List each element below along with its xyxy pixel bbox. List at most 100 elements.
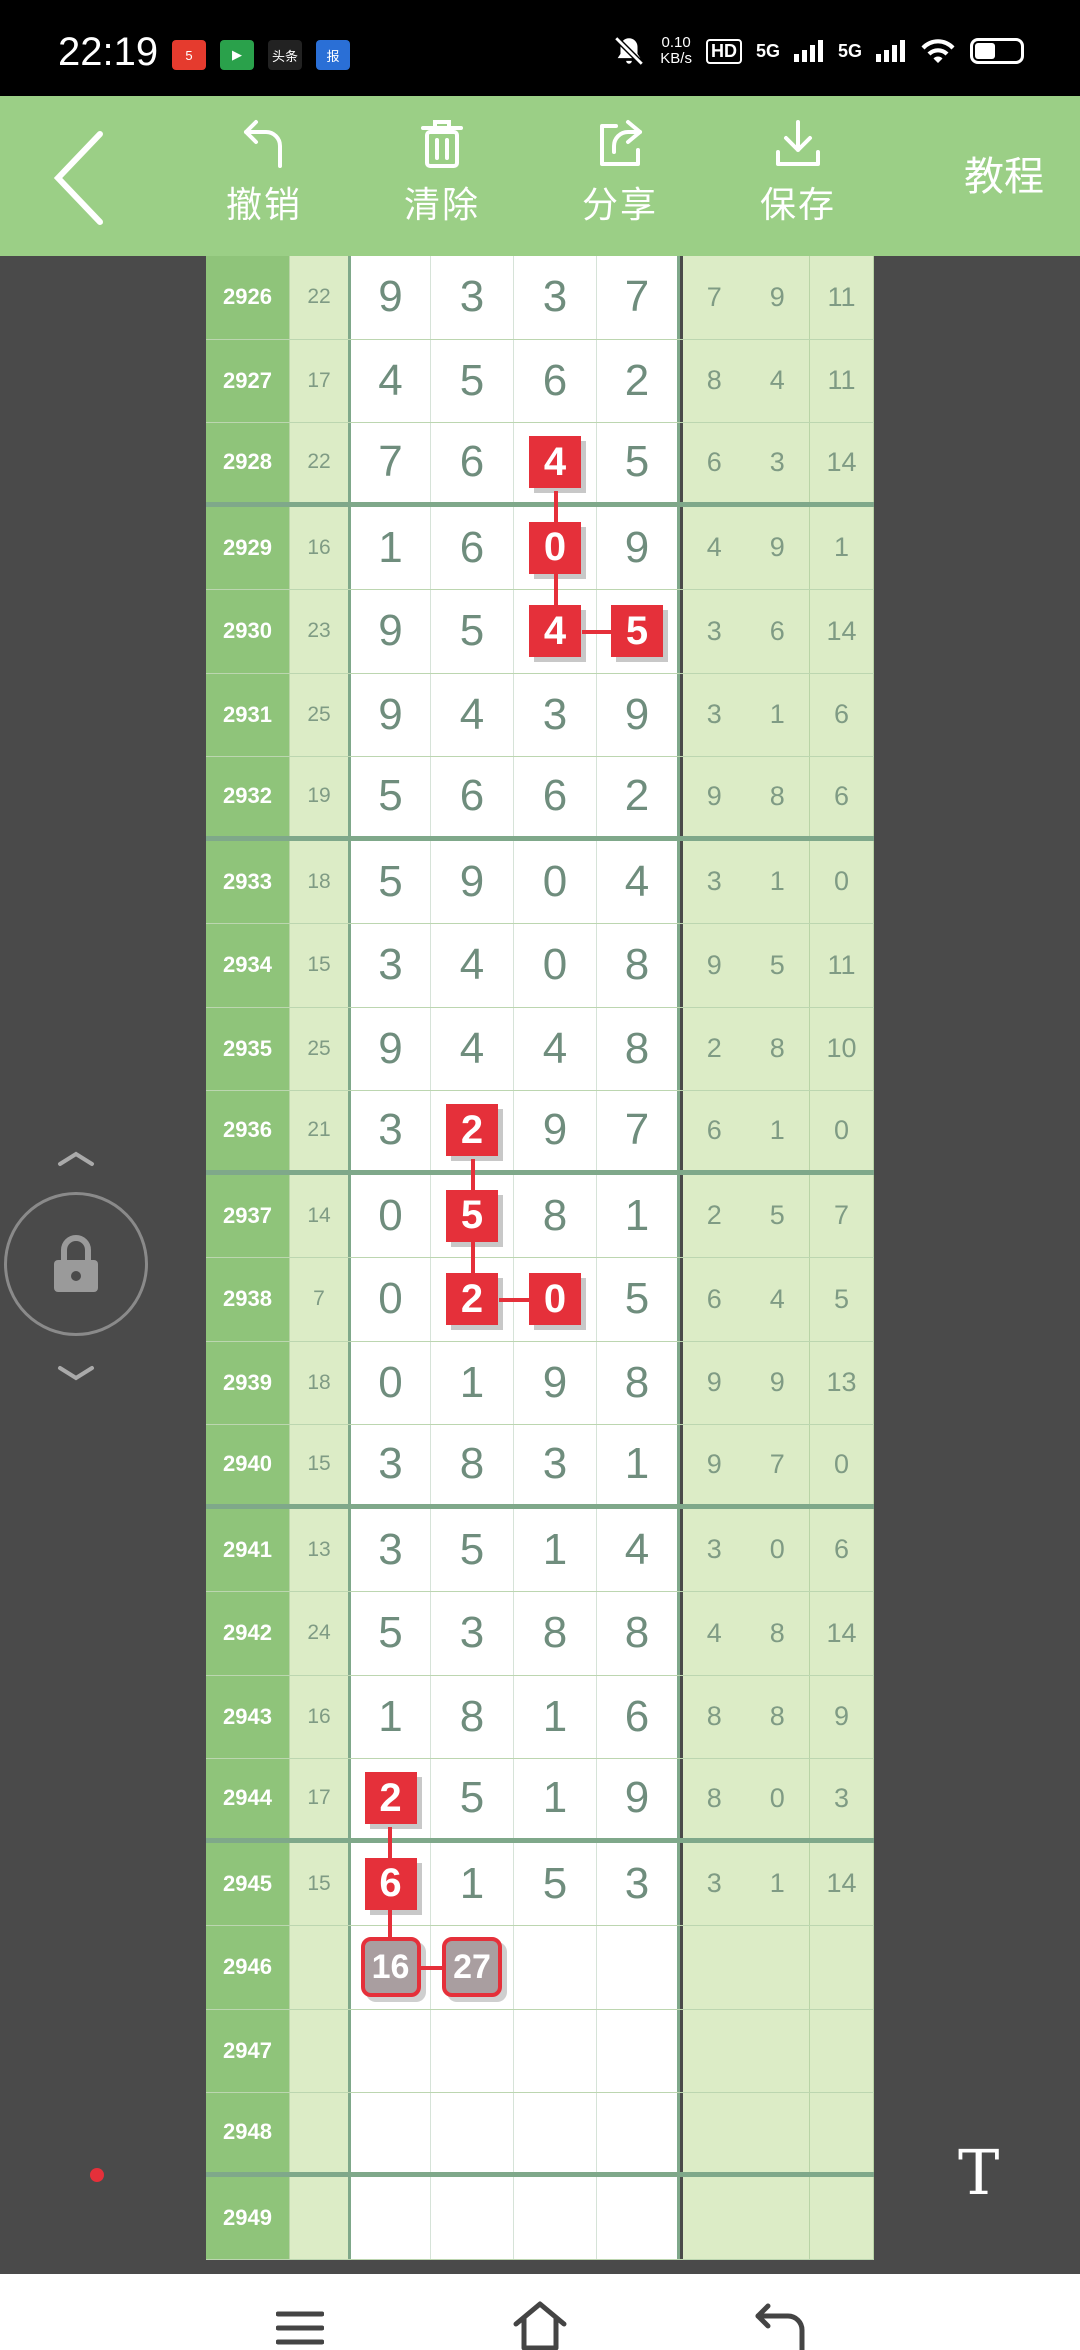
digit-cell[interactable]: 6 xyxy=(431,423,514,502)
digit-cell[interactable]: 5 xyxy=(431,339,514,422)
table-row[interactable]: 2949 xyxy=(206,2176,874,2260)
digit-cell[interactable]: 3 xyxy=(514,256,597,339)
share-button[interactable]: 分享 xyxy=(560,118,680,228)
highlighted-digit[interactable]: 0 xyxy=(529,1273,581,1326)
digit-cell[interactable]: 3 xyxy=(348,1091,431,1170)
digit-cell[interactable]: 9 xyxy=(348,590,431,673)
digit-cell[interactable]: 2 xyxy=(597,757,680,836)
digit-cell[interactable]: 9 xyxy=(597,506,680,589)
table-row[interactable]: 2939 18 0 1 9 8 9 9 13 xyxy=(206,1341,874,1425)
table-row[interactable]: 2943 16 1 8 1 6 8 8 9 xyxy=(206,1675,874,1759)
digit-cell[interactable] xyxy=(514,2009,597,2092)
digit-cell[interactable] xyxy=(431,2176,514,2259)
digit-cell[interactable]: 2 xyxy=(348,1759,431,1838)
digit-cell[interactable]: 1 xyxy=(514,1508,597,1591)
digit-cell[interactable]: 4 xyxy=(431,1007,514,1090)
digit-cell[interactable]: 7 xyxy=(348,423,431,502)
chevron-down-icon[interactable] xyxy=(56,1364,96,1384)
digit-cell[interactable]: 3 xyxy=(514,673,597,756)
digit-cell[interactable]: 4 xyxy=(597,840,680,923)
digit-cell[interactable]: 0 xyxy=(348,1258,431,1341)
lock-button[interactable] xyxy=(4,1192,148,1336)
digit-cell[interactable]: 6 xyxy=(514,339,597,422)
highlighted-digit[interactable]: 16 xyxy=(360,1937,421,1998)
digit-cell[interactable] xyxy=(597,2093,680,2172)
digit-cell[interactable]: 9 xyxy=(348,673,431,756)
digit-cell[interactable]: 6 xyxy=(431,757,514,836)
highlighted-digit[interactable]: 4 xyxy=(529,605,581,658)
digit-cell[interactable]: 4 xyxy=(514,423,597,502)
digit-cell[interactable]: 5 xyxy=(597,423,680,502)
digit-cell[interactable] xyxy=(348,2093,431,2172)
digit-cell[interactable]: 9 xyxy=(597,1759,680,1838)
digit-cell[interactable]: 3 xyxy=(348,1425,431,1504)
digit-cell[interactable]: 4 xyxy=(514,1007,597,1090)
table-row[interactable]: 2934 15 3 4 0 8 9 5 11 xyxy=(206,924,874,1008)
table-row[interactable]: 2937 14 0 5 8 1 2 5 7 xyxy=(206,1174,874,1258)
digit-cell[interactable]: 4 xyxy=(597,1508,680,1591)
highlighted-digit[interactable]: 5 xyxy=(446,1189,498,1242)
digit-cell[interactable]: 9 xyxy=(348,256,431,339)
text-tool-button[interactable]: T xyxy=(958,2136,999,2209)
digit-cell[interactable]: 8 xyxy=(431,1675,514,1758)
digit-cell[interactable] xyxy=(431,2009,514,2092)
table-row[interactable]: 2938 7 0 2 0 5 6 4 5 xyxy=(206,1258,874,1342)
back-arrow-icon[interactable] xyxy=(52,128,112,228)
highlighted-digit[interactable]: 2 xyxy=(364,1772,417,1825)
table-row[interactable]: 2932 19 5 6 6 2 9 8 6 xyxy=(206,757,874,841)
digit-cell[interactable]: 8 xyxy=(597,1592,680,1675)
digit-cell[interactable]: 8 xyxy=(514,1174,597,1257)
digit-cell[interactable] xyxy=(597,2176,680,2259)
digit-cell[interactable]: 5 xyxy=(348,757,431,836)
digit-cell[interactable]: 5 xyxy=(597,1258,680,1341)
digit-cell[interactable]: 3 xyxy=(597,1842,680,1925)
digit-cell[interactable]: 5 xyxy=(348,1592,431,1675)
digit-cell[interactable] xyxy=(514,2176,597,2259)
digit-cell[interactable] xyxy=(514,2093,597,2172)
table-row[interactable]: 2942 24 5 3 8 8 4 8 14 xyxy=(206,1592,874,1676)
digit-cell[interactable]: 3 xyxy=(431,1592,514,1675)
table-row[interactable]: 2929 16 1 6 0 9 4 9 1 xyxy=(206,506,874,590)
digit-cell[interactable]: 4 xyxy=(431,924,514,1007)
digit-cell[interactable]: 0 xyxy=(348,1174,431,1257)
digit-cell[interactable]: 9 xyxy=(348,1007,431,1090)
digit-cell[interactable]: 27 xyxy=(431,1926,514,2009)
clear-button[interactable]: 清除 xyxy=(382,118,502,228)
highlighted-digit[interactable]: 2 xyxy=(446,1273,498,1326)
table-row[interactable]: 2946 16 27 xyxy=(206,1926,874,2010)
table-row[interactable]: 2941 13 3 5 1 4 3 0 6 xyxy=(206,1508,874,1592)
table-row[interactable]: 2926 22 9 3 3 7 7 9 11 xyxy=(206,256,874,340)
table-row[interactable]: 2927 17 4 5 6 2 8 4 11 xyxy=(206,339,874,423)
chevron-up-icon[interactable] xyxy=(56,1148,96,1168)
trend-table[interactable]: 2926 22 9 3 3 7 7 9 11 2927 17 4 5 6 2 8 4 11 2928 22 7 6 4 5 6 3… xyxy=(206,256,874,2274)
digit-cell[interactable]: 4 xyxy=(431,673,514,756)
digit-cell[interactable]: 1 xyxy=(597,1425,680,1504)
digit-cell[interactable]: 8 xyxy=(597,1341,680,1424)
digit-cell[interactable]: 8 xyxy=(597,1007,680,1090)
tutorial-button[interactable]: 教程 xyxy=(964,144,1044,202)
digit-cell[interactable]: 8 xyxy=(597,924,680,1007)
table-row[interactable]: 2945 15 6 1 5 3 3 1 14 xyxy=(206,1842,874,1926)
digit-cell[interactable]: 8 xyxy=(431,1425,514,1504)
home-icon[interactable] xyxy=(510,2298,570,2350)
digit-cell[interactable]: 1 xyxy=(348,1675,431,1758)
digit-cell[interactable]: 6 xyxy=(597,1675,680,1758)
save-button[interactable]: 保存 xyxy=(738,118,858,228)
digit-cell[interactable]: 3 xyxy=(348,924,431,1007)
digit-cell[interactable]: 1 xyxy=(431,1842,514,1925)
digit-cell[interactable] xyxy=(431,2093,514,2172)
highlighted-digit[interactable]: 27 xyxy=(442,1937,502,1998)
table-row[interactable]: 2928 22 7 6 4 5 6 3 14 xyxy=(206,423,874,507)
digit-cell[interactable]: 5 xyxy=(431,1508,514,1591)
table-row[interactable]: 2948 xyxy=(206,2093,874,2177)
digit-cell[interactable]: 1 xyxy=(431,1341,514,1424)
digit-cell[interactable] xyxy=(514,1926,597,2009)
digit-cell[interactable]: 9 xyxy=(597,673,680,756)
table-row[interactable]: 2931 25 9 4 3 9 3 1 6 xyxy=(206,673,874,757)
table-row[interactable]: 2940 15 3 8 3 1 9 7 0 xyxy=(206,1425,874,1509)
digit-cell[interactable]: 5 xyxy=(431,1759,514,1838)
digit-cell[interactable] xyxy=(597,2009,680,2092)
highlighted-digit[interactable]: 0 xyxy=(529,521,581,574)
digit-cell[interactable]: 2 xyxy=(431,1091,514,1170)
highlighted-digit[interactable]: 6 xyxy=(364,1857,417,1910)
